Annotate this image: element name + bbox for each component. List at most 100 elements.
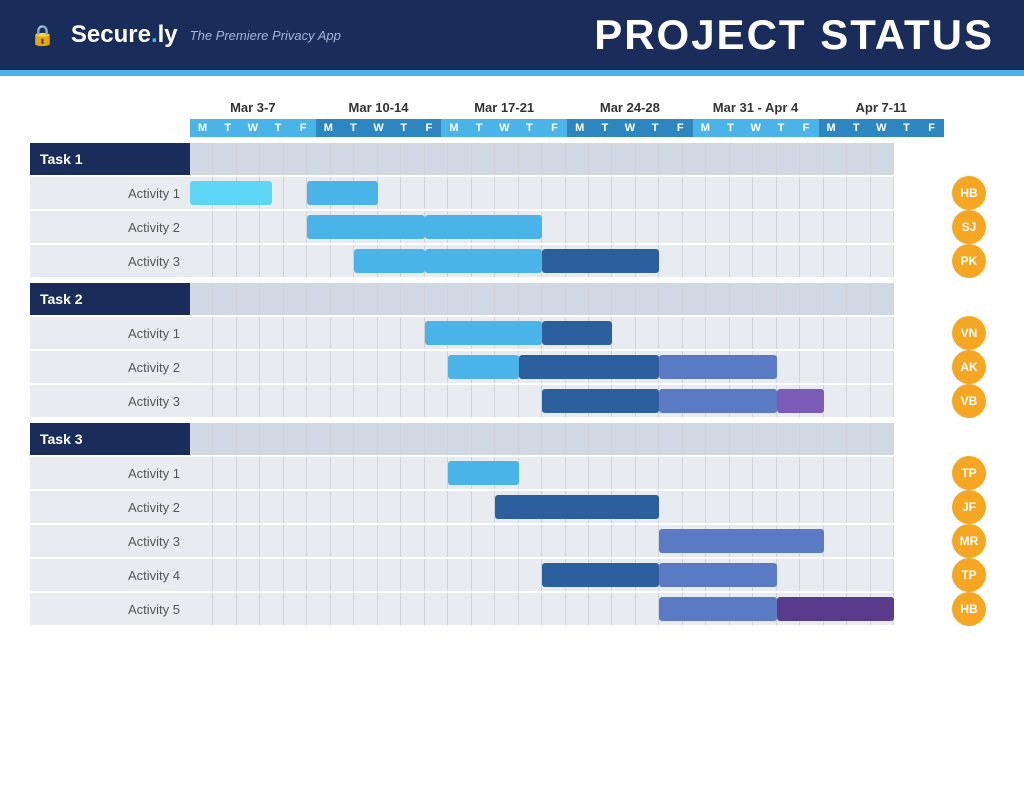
activity-label: Activity 5 bbox=[30, 593, 190, 625]
day-cell: T bbox=[643, 119, 668, 137]
day-cell: T bbox=[894, 119, 919, 137]
week-1: Mar 3-7 bbox=[190, 96, 316, 119]
gantt-bar bbox=[659, 355, 776, 379]
gantt-bar bbox=[519, 355, 660, 379]
activity-row: Activity 4TP bbox=[30, 559, 994, 591]
gantt-bar bbox=[659, 597, 776, 621]
activity-cells bbox=[190, 245, 894, 277]
activity-cells bbox=[190, 457, 894, 489]
avatar: TP bbox=[952, 456, 986, 490]
avatar: HB bbox=[952, 592, 986, 626]
gantt-bar bbox=[542, 321, 612, 345]
week-4: Mar 24-28 bbox=[567, 96, 693, 119]
activity-row: Activity 2JF bbox=[30, 491, 994, 523]
week-2: Mar 10-14 bbox=[316, 96, 442, 119]
activity-label: Activity 3 bbox=[30, 385, 190, 417]
day-cell: W bbox=[617, 119, 642, 137]
week-5: Mar 31 - Apr 4 bbox=[693, 96, 819, 119]
gantt-bar bbox=[495, 495, 659, 519]
day-cell: F bbox=[291, 119, 316, 137]
day-cell: W bbox=[240, 119, 265, 137]
task-header-row: Task 2 bbox=[30, 283, 994, 315]
task-label: Task 3 bbox=[30, 423, 190, 455]
avatar: VN bbox=[952, 316, 986, 350]
gantt-bar bbox=[659, 389, 776, 413]
week-headers: Mar 3-7 Mar 10-14 Mar 17-21 Mar 24-28 Ma… bbox=[190, 96, 944, 119]
activity-label: Activity 2 bbox=[30, 351, 190, 383]
day-cell: T bbox=[265, 119, 290, 137]
day-cell: F bbox=[919, 119, 944, 137]
day-cell: W bbox=[869, 119, 894, 137]
gantt-bar bbox=[425, 215, 542, 239]
header: 🔒 Secure.ly The Premiere Privacy App PRO… bbox=[0, 0, 1024, 70]
gantt-bar bbox=[659, 529, 823, 553]
day-cell: M bbox=[567, 119, 592, 137]
activity-row: Activity 1 VN bbox=[30, 317, 994, 349]
activity-row: Activity 3 VB bbox=[30, 385, 994, 417]
tagline: The Premiere Privacy App bbox=[190, 28, 341, 43]
task-row-cells bbox=[190, 283, 894, 315]
activity-cells bbox=[190, 385, 894, 417]
day-cell: W bbox=[492, 119, 517, 137]
day-cell: T bbox=[592, 119, 617, 137]
avatar: VB bbox=[952, 384, 986, 418]
gantt-bar bbox=[307, 181, 377, 205]
day-cell: M bbox=[819, 119, 844, 137]
activity-cells bbox=[190, 559, 894, 591]
activity-row: Activity 1HB bbox=[30, 177, 994, 209]
day-cell: F bbox=[416, 119, 441, 137]
task-row-cells bbox=[190, 423, 894, 455]
activity-row: Activity 3MR bbox=[30, 525, 994, 557]
day-cell: T bbox=[391, 119, 416, 137]
activity-row: Activity 3PK bbox=[30, 245, 994, 277]
activity-row: Activity 1TP bbox=[30, 457, 994, 489]
activity-row: Activity 2 SJ bbox=[30, 211, 994, 243]
activity-label: Activity 4 bbox=[30, 559, 190, 591]
day-cell: F bbox=[542, 119, 567, 137]
avatar: PK bbox=[952, 244, 986, 278]
activity-label: Activity 1 bbox=[30, 317, 190, 349]
avatar: JF bbox=[952, 490, 986, 524]
day-cell: T bbox=[467, 119, 492, 137]
gantt-bar bbox=[448, 461, 518, 485]
task-header-row: Task 1 bbox=[30, 143, 994, 175]
gantt-bar bbox=[659, 563, 776, 587]
activity-cells bbox=[190, 525, 894, 557]
day-cell: T bbox=[718, 119, 743, 137]
logo-dot: . bbox=[151, 21, 158, 48]
gantt-chart: Mar 3-7 Mar 10-14 Mar 17-21 Mar 24-28 Ma… bbox=[30, 96, 994, 625]
day-cell: M bbox=[693, 119, 718, 137]
task-label: Task 2 bbox=[30, 283, 190, 315]
gantt-bar bbox=[542, 389, 659, 413]
gantt-bar bbox=[448, 355, 518, 379]
gantt-bar bbox=[307, 215, 424, 239]
task-header-row: Task 3 bbox=[30, 423, 994, 455]
activity-cells bbox=[190, 351, 894, 383]
gantt-bar bbox=[777, 597, 894, 621]
activity-label: Activity 2 bbox=[30, 211, 190, 243]
gantt-bar bbox=[190, 181, 272, 205]
week-6: Apr 7-11 bbox=[818, 96, 944, 119]
week-3: Mar 17-21 bbox=[441, 96, 567, 119]
gantt-bar bbox=[542, 563, 659, 587]
activity-row: Activity 2AK bbox=[30, 351, 994, 383]
activity-cells bbox=[190, 211, 894, 243]
activity-cells bbox=[190, 593, 894, 625]
day-cell: T bbox=[341, 119, 366, 137]
content-area: Mar 3-7 Mar 10-14 Mar 17-21 Mar 24-28 Ma… bbox=[0, 76, 1024, 637]
day-cell: T bbox=[768, 119, 793, 137]
logo-area: 🔒 Secure.ly The Premiere Privacy App bbox=[30, 21, 341, 49]
page-title: PROJECT STATUS bbox=[594, 11, 994, 59]
avatar: SJ bbox=[952, 210, 986, 244]
avatar: MR bbox=[952, 524, 986, 558]
activity-cells bbox=[190, 317, 894, 349]
day-headers: MTWTFMTWTFMTWTFMTWTFMTWTFMTWTF bbox=[190, 119, 944, 137]
task-label: Task 1 bbox=[30, 143, 190, 175]
gantt-bar bbox=[542, 249, 659, 273]
day-cell: F bbox=[793, 119, 818, 137]
day-cell: W bbox=[366, 119, 391, 137]
avatar: HB bbox=[952, 176, 986, 210]
day-cell: M bbox=[316, 119, 341, 137]
gantt-rows: Task 1Activity 1HBActivity 2SJActivity 3… bbox=[30, 143, 994, 625]
task-row-cells bbox=[190, 143, 894, 175]
